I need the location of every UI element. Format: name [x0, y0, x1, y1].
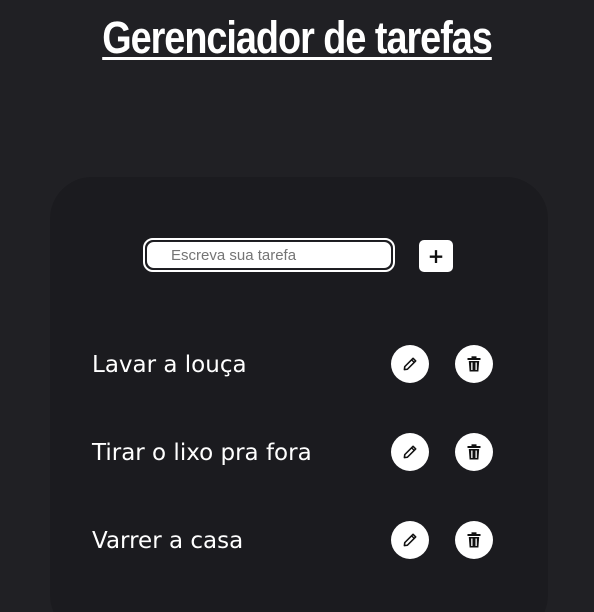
add-task-button[interactable]: + — [419, 240, 453, 272]
delete-task-button[interactable] — [455, 433, 493, 471]
task-input[interactable] — [146, 241, 392, 269]
edit-task-button[interactable] — [391, 433, 429, 471]
trash-icon — [467, 444, 481, 460]
plus-icon: + — [427, 244, 445, 268]
task-card: + Lavar a louça — [50, 177, 548, 612]
task-label: Varrer a casa — [92, 528, 244, 554]
pencil-icon — [403, 357, 417, 371]
task-input-frame — [143, 238, 395, 272]
task-label: Tirar o lixo pra fora — [92, 440, 312, 466]
delete-task-button[interactable] — [455, 345, 493, 383]
task-item: Lavar a louça — [92, 345, 502, 385]
edit-task-button[interactable] — [391, 345, 429, 383]
trash-icon — [467, 532, 481, 548]
task-item: Tirar o lixo pra fora — [92, 433, 502, 473]
task-item: Varrer a casa — [92, 521, 502, 561]
delete-task-button[interactable] — [455, 521, 493, 559]
pencil-icon — [403, 445, 417, 459]
edit-task-button[interactable] — [391, 521, 429, 559]
pencil-icon — [403, 533, 417, 547]
page-title: Gerenciador de tarefas — [102, 12, 493, 63]
trash-icon — [467, 356, 481, 372]
task-label: Lavar a louça — [92, 352, 247, 378]
